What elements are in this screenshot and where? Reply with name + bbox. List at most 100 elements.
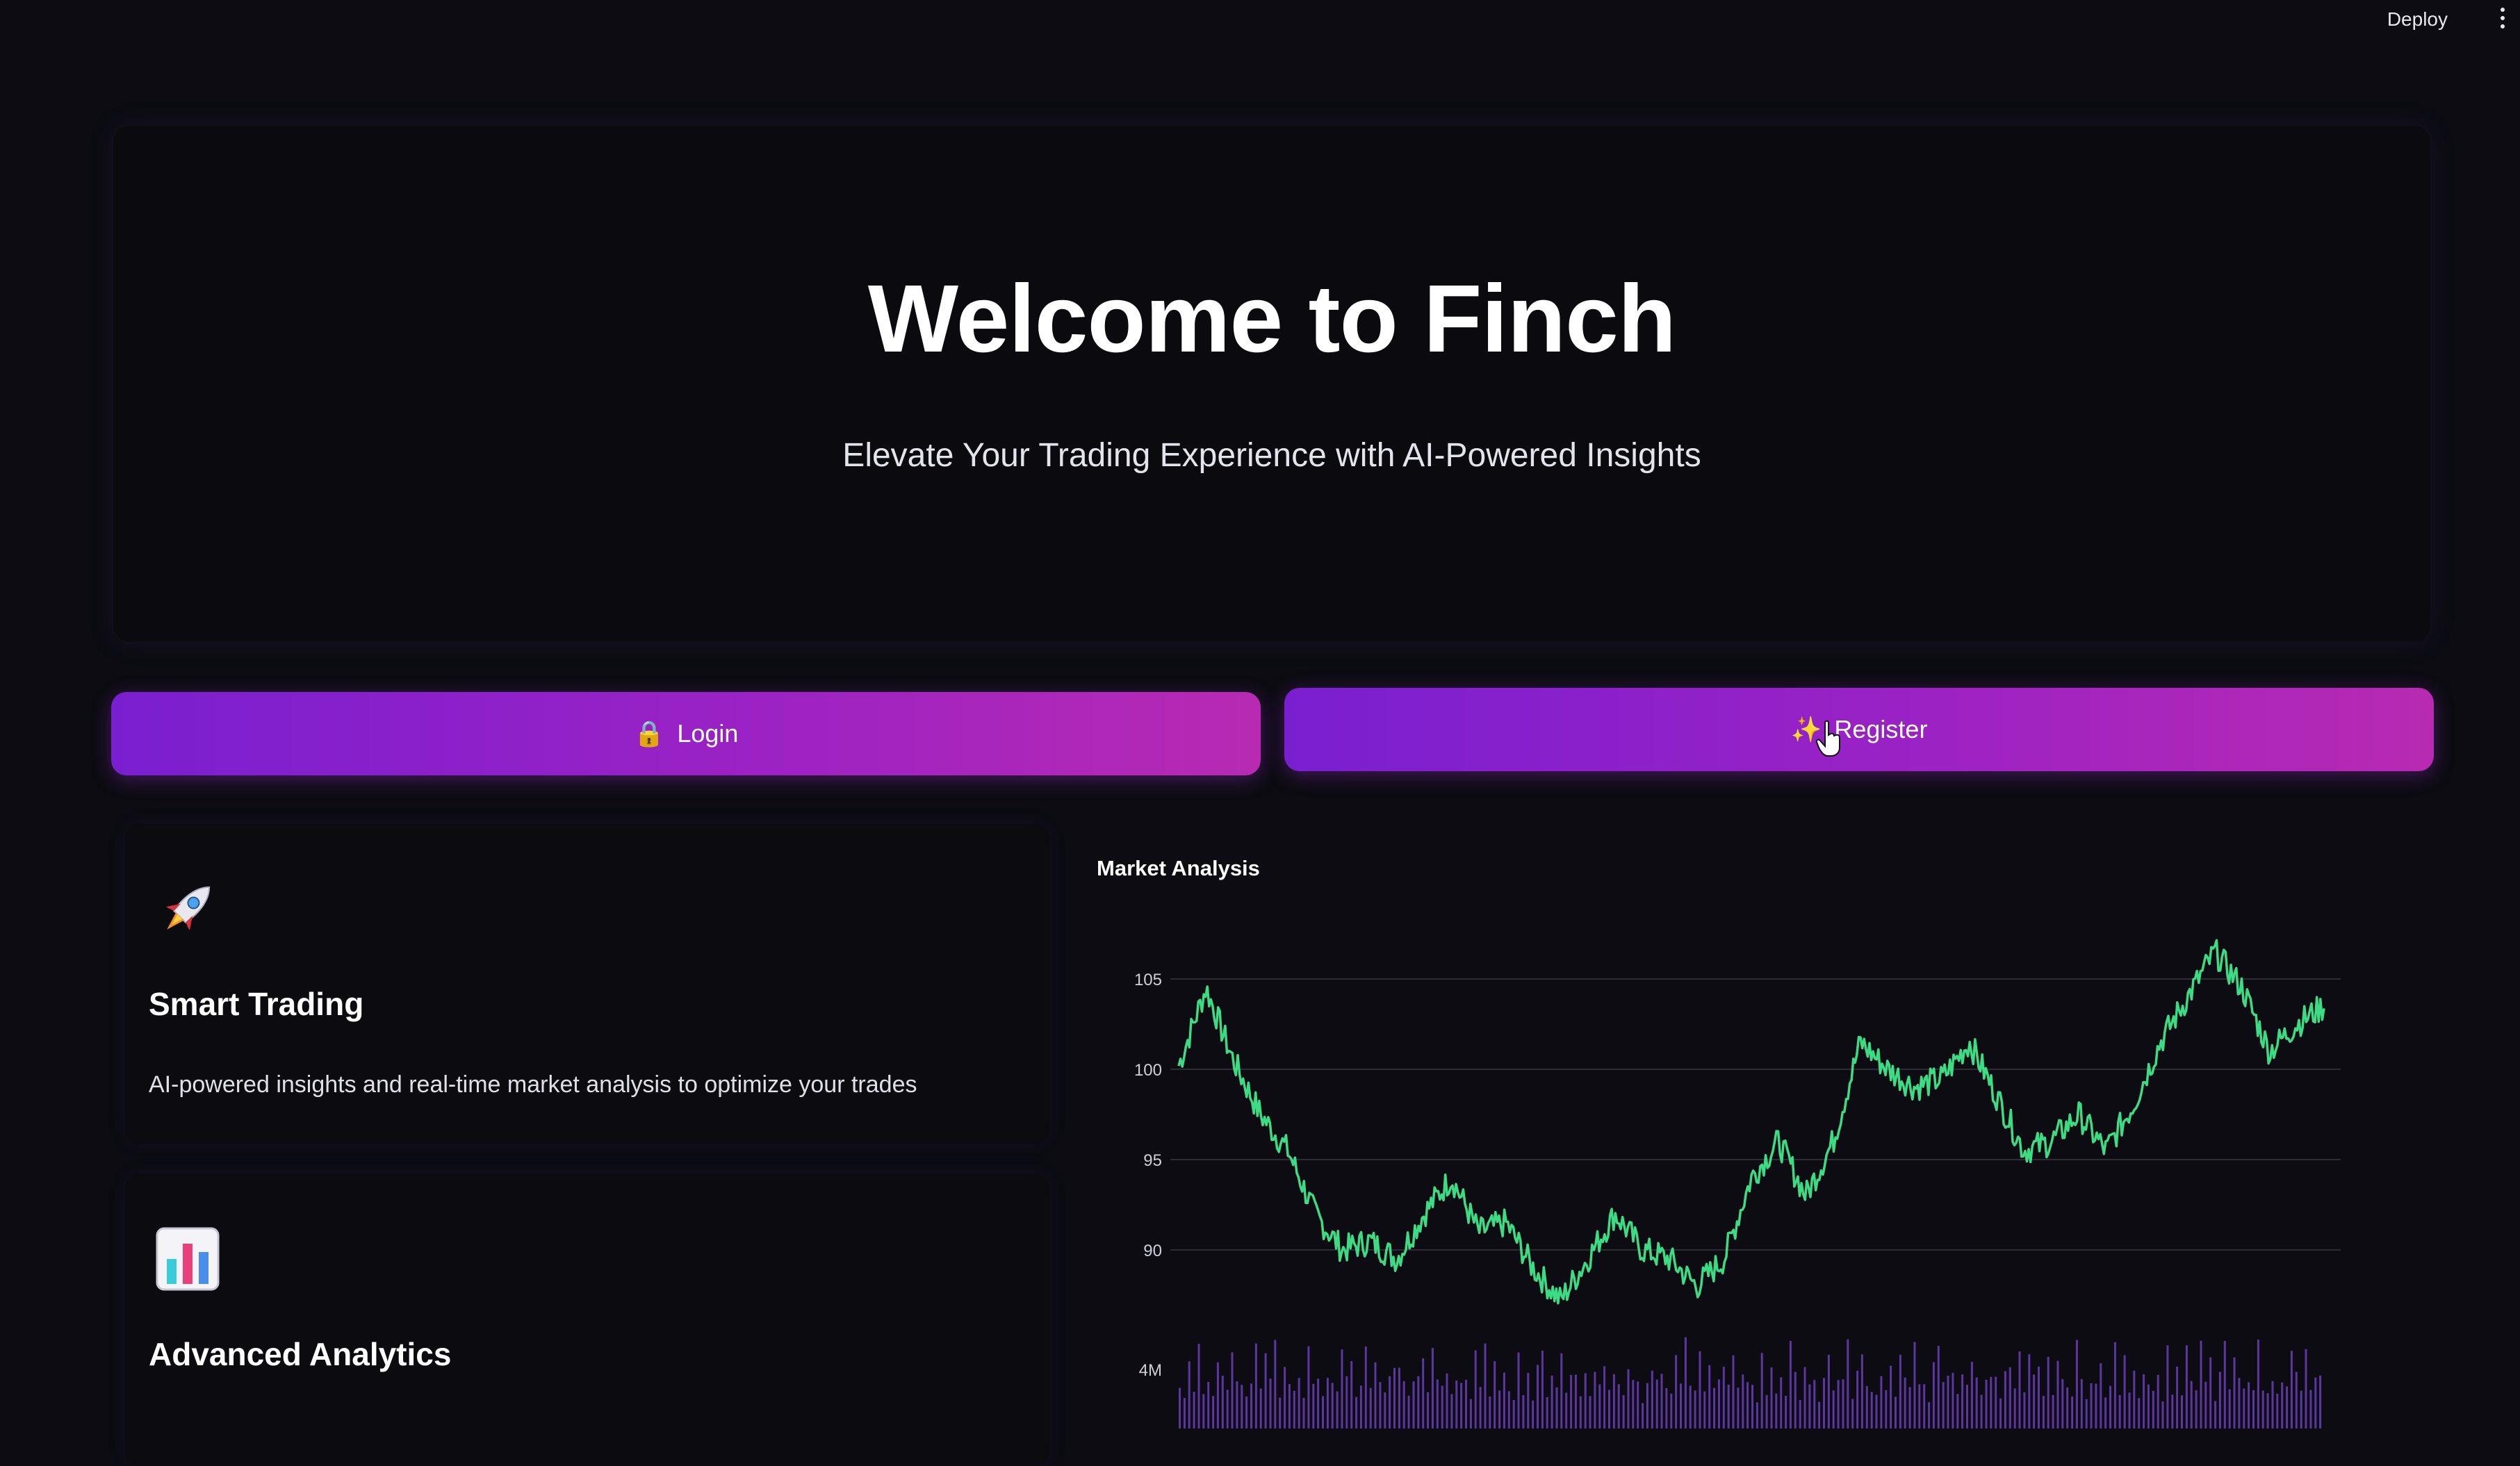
volume-bar	[1899, 1354, 1901, 1428]
volume-bar	[1364, 1346, 1367, 1428]
volume-bar	[1785, 1396, 1787, 1428]
volume-bar	[1637, 1381, 1639, 1428]
volume-bar	[1436, 1379, 1439, 1428]
volume-bar	[1717, 1379, 1720, 1428]
page-subtitle: Elevate Your Trading Experience with AI-…	[842, 437, 1701, 474]
volume-bar	[2185, 1345, 2188, 1428]
volume-bar	[1236, 1381, 1238, 1428]
feature-description: AI-powered insights and real-time market…	[149, 1071, 917, 1098]
volume-bar	[2109, 1385, 2111, 1428]
y-tick-label: 90	[1143, 1242, 1162, 1260]
volume-bar	[1765, 1394, 1768, 1428]
volume-bar	[2248, 1382, 2250, 1428]
volume-bar	[1594, 1372, 1596, 1428]
volume-bar	[1317, 1378, 1320, 1428]
volume-bar	[1274, 1340, 1277, 1428]
volume-bar	[1956, 1394, 1959, 1428]
volume-bar	[1732, 1355, 1735, 1428]
volume-bar	[1699, 1351, 1701, 1428]
volume-bar	[1527, 1373, 1530, 1428]
volume-bar	[1221, 1376, 1224, 1428]
volume-bar	[1918, 1384, 1921, 1428]
volume-bar	[1632, 1380, 1635, 1428]
volume-bar	[1703, 1391, 1706, 1428]
volume-bar	[2209, 1357, 2212, 1428]
volume-bar	[2071, 1396, 2074, 1428]
volume-bar	[1980, 1394, 1983, 1428]
volume-bar	[2113, 1342, 2116, 1428]
volume-bar	[1966, 1385, 1968, 1428]
volume-bar	[2008, 1367, 2011, 1428]
volume-bar	[2214, 1401, 2217, 1428]
volume-bar	[1474, 1350, 1477, 1428]
volume-bar	[1803, 1367, 1806, 1428]
volume-bar	[1565, 1392, 1568, 1428]
volume-bar	[2066, 1387, 2069, 1428]
volume-bar	[1507, 1391, 1510, 1428]
y-tick-label: 105	[1134, 971, 1162, 989]
volume-bar	[1780, 1377, 1783, 1428]
login-button[interactable]: 🔒 Login	[111, 692, 1261, 775]
volume-bar	[1555, 1387, 1558, 1428]
volume-bar	[1350, 1361, 1353, 1428]
volume-bar	[2314, 1377, 2317, 1428]
volume-bar	[1737, 1387, 1740, 1428]
volume-bar	[1441, 1385, 1443, 1428]
register-button[interactable]: ✨ Register	[1284, 688, 2434, 771]
volume-bar	[2233, 1357, 2236, 1428]
volume-bar	[1932, 1362, 1935, 1428]
volume-bar	[1245, 1397, 1248, 1428]
volume-bar	[1537, 1365, 1539, 1428]
bar-chart-icon	[156, 1227, 220, 1291]
volume-bar	[2261, 1390, 2264, 1428]
volume-bar	[1598, 1384, 1601, 1428]
volume-bar	[1589, 1396, 1592, 1428]
volume-bar	[1775, 1393, 1778, 1428]
volume-bar	[2133, 1370, 2136, 1428]
volume-bar	[1512, 1400, 1515, 1428]
volume-bar	[1336, 1391, 1339, 1428]
volume-bar	[1961, 1374, 1964, 1428]
volume-bar	[2147, 1384, 2150, 1428]
volume-bar	[1216, 1362, 1219, 1428]
feature-title: Smart Trading	[149, 986, 364, 1022]
volume-bar	[1541, 1351, 1544, 1428]
volume-bar	[2161, 1401, 2164, 1428]
volume-bar	[2271, 1381, 2274, 1428]
volume-bar	[1570, 1375, 1573, 1428]
volume-bar	[1842, 1379, 1844, 1428]
volume-bar	[1398, 1367, 1400, 1428]
volume-bar	[2190, 1381, 2193, 1428]
volume-bar	[1322, 1396, 1324, 1428]
price-series-line	[1177, 939, 2325, 1305]
volume-bar	[1250, 1383, 1252, 1428]
volume-bar	[2195, 1390, 2198, 1428]
volume-bar	[1579, 1396, 1582, 1428]
volume-bar	[1389, 1376, 1391, 1428]
deploy-button[interactable]: Deploy	[2382, 6, 2453, 33]
volume-bar	[1331, 1383, 1334, 1428]
main-menu-icon[interactable]	[2492, 3, 2513, 33]
volume-bar	[2252, 1390, 2255, 1428]
volume-bar	[2295, 1372, 2298, 1428]
page-title: Welcome to Finch	[867, 265, 1676, 372]
volume-bar	[1675, 1355, 1678, 1428]
volume-bar	[1684, 1337, 1687, 1428]
volume-bar	[2319, 1375, 2322, 1428]
volume-bar	[1617, 1384, 1620, 1428]
volume-bar	[1450, 1394, 1453, 1428]
volume-bar	[2080, 1378, 2083, 1428]
volume-bar	[2090, 1383, 2093, 1428]
volume-bar	[2033, 1374, 2036, 1428]
volume-bar	[1622, 1394, 1625, 1428]
volume-bar	[1179, 1387, 1181, 1428]
volume-bar	[1756, 1402, 1758, 1428]
volume-bar	[1231, 1352, 1234, 1428]
volume-bar	[1359, 1385, 1362, 1428]
volume-bar	[1226, 1390, 1229, 1428]
volume-bar	[1952, 1372, 1954, 1428]
volume-bar	[2075, 1340, 2078, 1428]
volume-bar	[2181, 1395, 2183, 1428]
volume-bar	[1770, 1367, 1773, 1428]
volume-bar	[1379, 1382, 1382, 1428]
